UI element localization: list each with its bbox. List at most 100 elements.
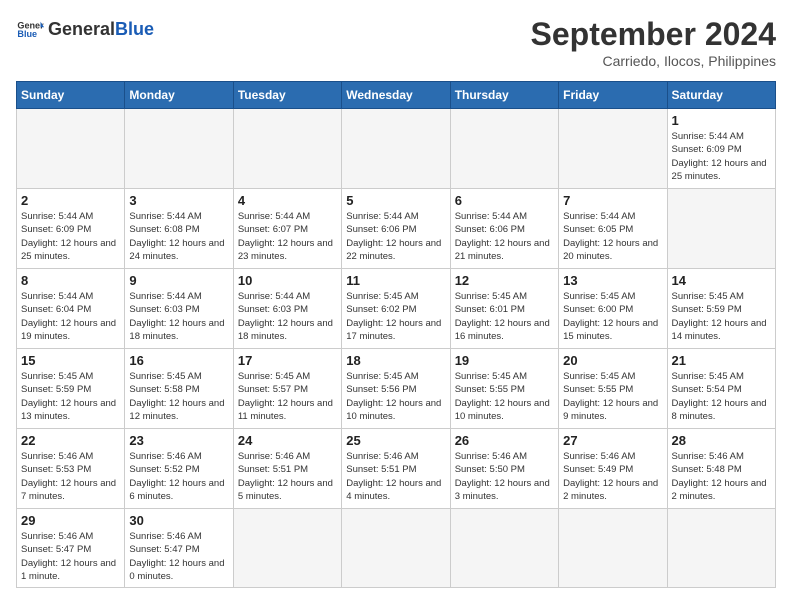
calendar-day: 5 Sunrise: 5:44 AM Sunset: 6:06 PM Daylig… [342,189,450,269]
day-number: 2 [21,193,120,208]
weekday-header-saturday: Saturday [667,82,775,109]
svg-text:Blue: Blue [17,29,37,39]
calendar-day: 1 Sunrise: 5:44 AM Sunset: 6:09 PM Daylig… [667,109,775,189]
calendar-week-5: 22 Sunrise: 5:46 AM Sunset: 5:53 PM Dayli… [17,429,776,509]
calendar-day: 19Sunrise: 5:45 AM Sunset: 5:55 PM Dayli… [450,349,558,429]
day-info: Sunrise: 5:44 AM Sunset: 6:03 PM Dayligh… [238,290,337,343]
calendar-day [450,509,558,588]
calendar-day [559,109,667,189]
day-number: 15 [21,353,120,368]
month-title: September 2024 [531,16,776,53]
calendar-day [342,109,450,189]
day-number: 27 [563,433,662,448]
day-number: 21 [672,353,771,368]
day-number: 7 [563,193,662,208]
title-block: September 2024 Carriedo, Ilocos, Philipp… [531,16,776,69]
day-number: 14 [672,273,771,288]
day-number: 12 [455,273,554,288]
day-info: Sunrise: 5:46 AM Sunset: 5:51 PM Dayligh… [238,450,337,503]
calendar-day [125,109,233,189]
day-info: Sunrise: 5:45 AM Sunset: 6:01 PM Dayligh… [455,290,554,343]
calendar-day [17,109,125,189]
calendar-day: 21 Sunrise: 5:45 AM Sunset: 5:54 PM Dayli… [667,349,775,429]
calendar-day: 8Sunrise: 5:44 AM Sunset: 6:04 PM Daylig… [17,269,125,349]
calendar-day: 23 Sunrise: 5:46 AM Sunset: 5:52 PM Dayli… [125,429,233,509]
day-info: Sunrise: 5:46 AM Sunset: 5:47 PM Dayligh… [129,530,228,583]
day-number: 11 [346,273,445,288]
calendar-day [450,109,558,189]
day-info: Sunrise: 5:44 AM Sunset: 6:09 PM Dayligh… [672,130,771,183]
weekday-header-sunday: Sunday [17,82,125,109]
calendar-day: 18Sunrise: 5:45 AM Sunset: 5:56 PM Dayli… [342,349,450,429]
calendar-day: 30 Sunrise: 5:46 AM Sunset: 5:47 PM Dayli… [125,509,233,588]
day-info: Sunrise: 5:45 AM Sunset: 5:55 PM Dayligh… [455,370,554,423]
calendar-day: 20Sunrise: 5:45 AM Sunset: 5:55 PM Dayli… [559,349,667,429]
calendar-week-4: 15Sunrise: 5:45 AM Sunset: 5:59 PM Dayli… [17,349,776,429]
day-number: 30 [129,513,228,528]
day-info: Sunrise: 5:44 AM Sunset: 6:03 PM Dayligh… [129,290,228,343]
calendar-week-2: 2Sunrise: 5:44 AM Sunset: 6:09 PM Daylig… [17,189,776,269]
calendar-day: 11 Sunrise: 5:45 AM Sunset: 6:02 PM Dayli… [342,269,450,349]
calendar-day: 22 Sunrise: 5:46 AM Sunset: 5:53 PM Dayli… [17,429,125,509]
calendar-day: 29 Sunrise: 5:46 AM Sunset: 5:47 PM Dayli… [17,509,125,588]
calendar-day: 3Sunrise: 5:44 AM Sunset: 6:08 PM Daylig… [125,189,233,269]
calendar-day: 9 Sunrise: 5:44 AM Sunset: 6:03 PM Daylig… [125,269,233,349]
day-number: 10 [238,273,337,288]
calendar-day: 4Sunrise: 5:44 AM Sunset: 6:07 PM Daylig… [233,189,341,269]
day-number: 18 [346,353,445,368]
day-info: Sunrise: 5:45 AM Sunset: 6:02 PM Dayligh… [346,290,445,343]
calendar-table: SundayMondayTuesdayWednesdayThursdayFrid… [16,81,776,588]
day-number: 8 [21,273,120,288]
calendar-day [559,509,667,588]
day-info: Sunrise: 5:44 AM Sunset: 6:08 PM Dayligh… [129,210,228,263]
day-number: 29 [21,513,120,528]
day-number: 1 [672,113,771,128]
calendar-day: 15Sunrise: 5:45 AM Sunset: 5:59 PM Dayli… [17,349,125,429]
day-number: 13 [563,273,662,288]
day-info: Sunrise: 5:46 AM Sunset: 5:52 PM Dayligh… [129,450,228,503]
day-number: 25 [346,433,445,448]
day-number: 23 [129,433,228,448]
page-header: General Blue GeneralBlue September 2024 … [16,16,776,69]
day-info: Sunrise: 5:45 AM Sunset: 5:58 PM Dayligh… [129,370,228,423]
weekday-header-thursday: Thursday [450,82,558,109]
calendar-day: 28 Sunrise: 5:46 AM Sunset: 5:48 PM Dayli… [667,429,775,509]
day-info: Sunrise: 5:46 AM Sunset: 5:47 PM Dayligh… [21,530,120,583]
day-info: Sunrise: 5:45 AM Sunset: 5:55 PM Dayligh… [563,370,662,423]
weekday-header-monday: Monday [125,82,233,109]
logo-icon: General Blue [16,16,44,44]
calendar-day: 6Sunrise: 5:44 AM Sunset: 6:06 PM Daylig… [450,189,558,269]
calendar-day: 14 Sunrise: 5:45 AM Sunset: 5:59 PM Dayli… [667,269,775,349]
day-number: 5 [346,193,445,208]
location: Carriedo, Ilocos, Philippines [531,53,776,69]
day-number: 22 [21,433,120,448]
day-info: Sunrise: 5:45 AM Sunset: 5:54 PM Dayligh… [672,370,771,423]
day-number: 17 [238,353,337,368]
day-info: Sunrise: 5:45 AM Sunset: 5:59 PM Dayligh… [672,290,771,343]
day-info: Sunrise: 5:44 AM Sunset: 6:06 PM Dayligh… [346,210,445,263]
calendar-day: 10 Sunrise: 5:44 AM Sunset: 6:03 PM Dayli… [233,269,341,349]
day-number: 26 [455,433,554,448]
calendar-week-6: 29 Sunrise: 5:46 AM Sunset: 5:47 PM Dayli… [17,509,776,588]
calendar-day [667,189,775,269]
logo: General Blue GeneralBlue [16,16,154,44]
calendar-day: 25Sunrise: 5:46 AM Sunset: 5:51 PM Dayli… [342,429,450,509]
weekday-header-row: SundayMondayTuesdayWednesdayThursdayFrid… [17,82,776,109]
day-number: 6 [455,193,554,208]
weekday-header-friday: Friday [559,82,667,109]
day-number: 28 [672,433,771,448]
day-number: 24 [238,433,337,448]
day-info: Sunrise: 5:44 AM Sunset: 6:05 PM Dayligh… [563,210,662,263]
day-info: Sunrise: 5:45 AM Sunset: 6:00 PM Dayligh… [563,290,662,343]
logo-text: GeneralBlue [48,20,154,40]
calendar-week-3: 8Sunrise: 5:44 AM Sunset: 6:04 PM Daylig… [17,269,776,349]
day-info: Sunrise: 5:46 AM Sunset: 5:48 PM Dayligh… [672,450,771,503]
calendar-day [233,109,341,189]
calendar-day: 27Sunrise: 5:46 AM Sunset: 5:49 PM Dayli… [559,429,667,509]
day-number: 9 [129,273,228,288]
calendar-day: 2Sunrise: 5:44 AM Sunset: 6:09 PM Daylig… [17,189,125,269]
calendar-day [342,509,450,588]
calendar-day: 17Sunrise: 5:45 AM Sunset: 5:57 PM Dayli… [233,349,341,429]
day-info: Sunrise: 5:46 AM Sunset: 5:53 PM Dayligh… [21,450,120,503]
calendar-day: 26Sunrise: 5:46 AM Sunset: 5:50 PM Dayli… [450,429,558,509]
